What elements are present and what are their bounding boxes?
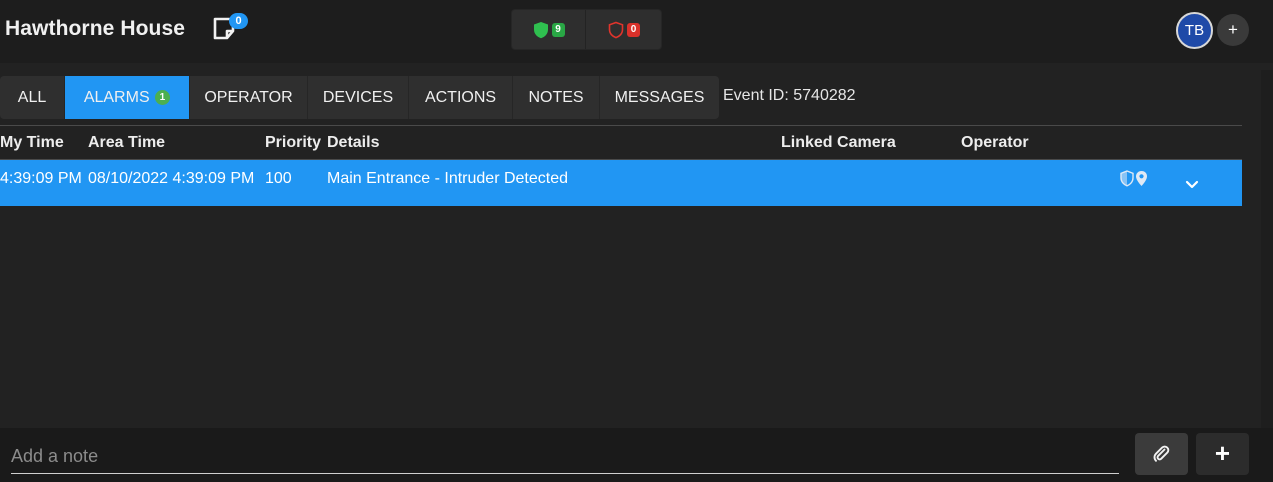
secure-count-badge: 9	[551, 22, 565, 37]
alarm-status-button[interactable]: 0	[587, 10, 661, 49]
tab-label: ALARMS	[83, 88, 150, 106]
cell-my-time: 4:39:09 PM	[0, 170, 82, 187]
tab-label: NOTES	[528, 88, 584, 106]
expand-row-button[interactable]	[1181, 173, 1203, 195]
column-header-operator[interactable]: Operator	[961, 134, 1029, 152]
note-bar: +	[0, 428, 1273, 482]
tab-all[interactable]: ALL	[0, 76, 65, 119]
secure-status-button[interactable]: 9	[512, 10, 586, 49]
cell-details: Main Entrance - Intruder Detected	[327, 170, 569, 187]
attach-button[interactable]	[1135, 433, 1188, 475]
notes-button[interactable]: 0	[212, 13, 248, 44]
tab-label: ACTIONS	[424, 88, 497, 106]
shield-outline-icon[interactable]	[1120, 170, 1134, 187]
note-input[interactable]	[11, 439, 1119, 474]
event-id: Event ID: 5740282	[723, 87, 856, 104]
tab-actions[interactable]: ACTIONS	[409, 76, 513, 119]
user-avatar[interactable]: TB	[1176, 12, 1213, 49]
column-header-area-time[interactable]: Area Time	[88, 134, 165, 152]
tab-label: DEVICES	[322, 88, 394, 106]
alarms-count-badge: 1	[154, 90, 171, 105]
event-tabs: ALL ALARMS 1 OPERATOR DEVICES ACTIONS NO…	[0, 76, 719, 119]
alarm-count-badge: 0	[627, 22, 640, 37]
top-bar: Hawthorne House 0 9 0 TB +	[0, 0, 1273, 63]
table-row[interactable]: 4:39:09 PM 08/10/2022 4:39:09 PM 100 Mai…	[0, 160, 1242, 206]
add-button[interactable]: +	[1217, 14, 1249, 46]
tab-devices[interactable]: DEVICES	[308, 76, 409, 119]
tab-alarms[interactable]: ALARMS 1	[65, 76, 190, 119]
tab-label: MESSAGES	[614, 88, 705, 106]
add-note-button[interactable]: +	[1196, 433, 1249, 475]
cell-area-time: 08/10/2022 4:39:09 PM	[88, 170, 255, 187]
tab-notes[interactable]: NOTES	[513, 76, 600, 119]
column-header-details[interactable]: Details	[327, 134, 379, 152]
chevron-down-icon	[1185, 180, 1199, 189]
right-scroll-rail	[1261, 70, 1273, 430]
paperclip-icon	[1153, 445, 1169, 462]
column-header-linked-camera[interactable]: Linked Camera	[781, 134, 896, 152]
status-summary: 9 0	[511, 9, 662, 50]
notes-count-badge: 0	[229, 13, 248, 29]
cell-priority: 100	[265, 170, 292, 187]
column-header-my-time[interactable]: My Time	[0, 134, 64, 152]
tab-label: ALL	[17, 88, 47, 106]
site-title: Hawthorne House	[5, 17, 186, 40]
table-header: My Time Area Time Priority Details Linke…	[0, 125, 1242, 160]
shield-check-icon	[533, 21, 548, 38]
row-status-icons	[1120, 170, 1148, 187]
tab-label: OPERATOR	[204, 88, 293, 106]
shield-alert-icon	[608, 21, 624, 38]
tab-messages[interactable]: MESSAGES	[600, 76, 719, 119]
map-pin-icon[interactable]	[1135, 170, 1148, 187]
column-header-priority[interactable]: Priority	[265, 134, 321, 152]
tab-operator[interactable]: OPERATOR	[190, 76, 308, 119]
